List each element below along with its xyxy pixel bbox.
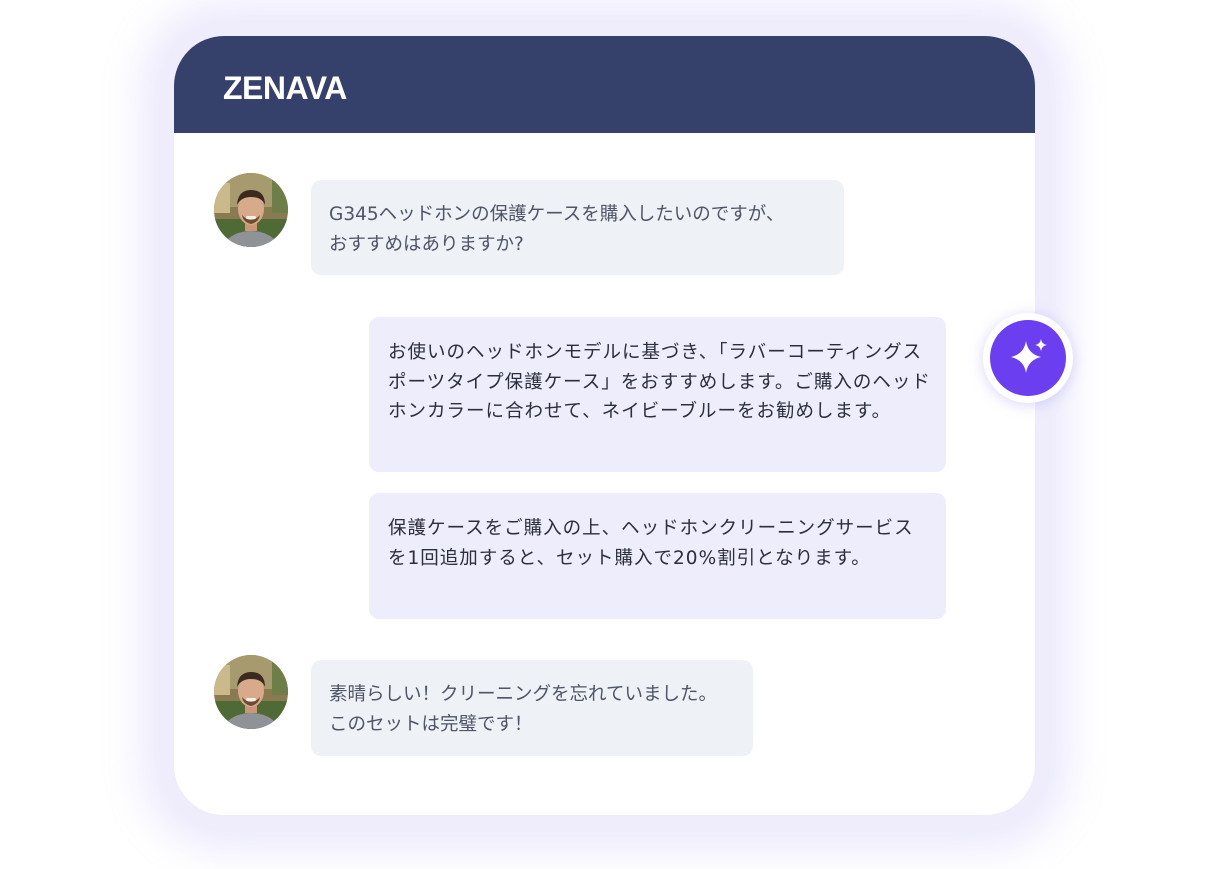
user-avatar-photo: [214, 173, 288, 247]
user-message: G345ヘッドホンの保護ケースを購入したいのですが、 おすすめはありますか?: [311, 180, 844, 275]
sparkle-icon: [1011, 339, 1047, 373]
user-avatar: [214, 173, 288, 247]
stage: ZENAVA G345ヘッドホンの保護ケースを購入したいのですが、 おすすめはあ…: [0, 0, 1209, 869]
user-message: 素晴らしい！クリーニングを忘れていました。 このセットは完璧です！: [311, 660, 753, 756]
user-avatar: [214, 655, 288, 729]
ai-assistant-badge[interactable]: [983, 313, 1073, 403]
assistant-message: 保護ケースをご購入の上、ヘッドホンクリーニングサービスを1回追加すると、セット購…: [369, 493, 946, 619]
chat-window: ZENAVA G345ヘッドホンの保護ケースを購入したいのですが、 おすすめはあ…: [174, 36, 1035, 815]
brand-logo: ZENAVA: [223, 70, 347, 106]
ai-badge-circle: [990, 320, 1066, 396]
chat-header: ZENAVA: [174, 36, 1035, 133]
user-avatar-photo: [214, 655, 288, 729]
assistant-message: お使いのヘッドホンモデルに基づき、「ラバーコーティングスポーツタイプ保護ケース」…: [369, 317, 946, 472]
